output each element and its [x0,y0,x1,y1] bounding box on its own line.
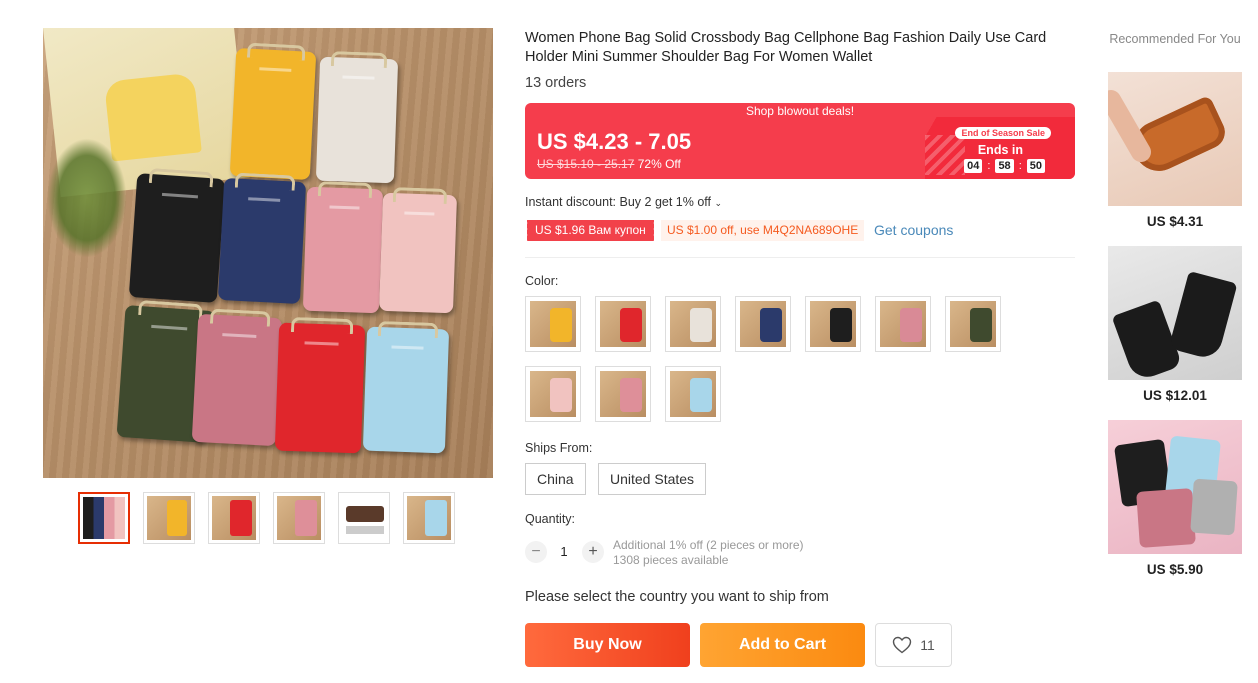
color-swatch[interactable] [735,296,791,352]
recommended-price: US $12.01 [1143,388,1207,403]
original-price-row: US $15.10 - 25.17 72% Off [537,157,681,171]
bag-navy [217,177,307,305]
divider [525,257,1075,258]
color-swatch[interactable] [945,296,1001,352]
deal-banner: Shop blowout deals! US $4.23 - 7.05 US $… [525,103,1075,179]
color-swatch[interactable] [665,296,721,352]
discount-percent: 72% Off [637,157,681,171]
add-to-cart-button[interactable]: Add to Cart [700,623,865,667]
bag-white [315,56,399,184]
recommended-item-sandal[interactable] [1108,72,1242,206]
price-range: US $4.23 - 7.05 [537,129,692,154]
quantity-label: Quantity: [525,512,576,526]
chevron-down-icon: ⌄ [714,198,723,208]
countdown-panel: End of Season Sale Ends in 04: 58: 50 [925,117,1075,179]
color-swatch[interactable] [595,296,651,352]
ship-option-united-states[interactable]: United States [598,463,707,495]
bag-light-pink [378,192,458,314]
ship-option-china[interactable]: China [525,463,586,495]
quantity-increase-button[interactable]: + [582,541,604,563]
quantity-decrease-button[interactable]: − [525,541,547,563]
recommended-price: US $4.31 [1146,214,1204,229]
timer-seconds: 50 [1026,159,1045,173]
recommended-price: US $5.90 [1146,562,1204,577]
bag-yellow [229,47,317,181]
plant-decoration [47,138,127,258]
bulk-discount-note: Additional 1% off (2 pieces or more) [613,538,804,552]
recommended-item-boot[interactable] [1108,246,1242,380]
order-count: 13 orders [525,75,587,91]
bag-pink [302,186,384,314]
color-label: Color: [525,274,559,288]
event-badge: End of Season Sale [955,127,1051,139]
product-title: Women Phone Bag Solid Crossbody Bag Cell… [525,30,1047,65]
color-swatch[interactable] [525,366,581,422]
bag-red [274,322,366,454]
quantity-value[interactable]: 1 [558,544,570,559]
stock-available: 1308 pieces available [613,553,729,567]
thumbnail-3[interactable] [208,492,260,544]
ships-from-label: Ships From: [525,441,593,455]
bag-sky-blue [362,326,450,454]
bag-rose [191,313,283,447]
ends-in-label: Ends in [977,143,1023,157]
coupon-badge[interactable]: US $1.96 Вам купон [525,220,654,241]
color-swatch[interactable] [805,296,861,352]
recommended-item-phone-bag[interactable] [1108,420,1242,554]
thumbnail-5[interactable] [338,492,390,544]
thumbnail-6[interactable] [403,492,455,544]
color-swatch[interactable] [875,296,931,352]
original-price: US $15.10 - 25.17 [537,157,635,171]
recommended-title: Recommended For You [1109,32,1241,46]
thumbnail-2[interactable] [143,492,195,544]
color-swatch[interactable] [595,366,651,422]
stripes-decoration [925,135,965,175]
countdown-timer: 04: 58: 50 [964,159,1045,173]
buy-now-button[interactable]: Buy Now [525,623,690,667]
thumbnail-1[interactable] [78,492,130,544]
instant-discount-text: Instant discount: Buy 2 get 1% off [525,195,711,209]
heart-icon [893,636,912,654]
promo-code-badge[interactable]: US $1.00 off, use M4Q2NA689OHE [661,220,865,241]
ship-country-message: Please select the country you want to sh… [525,589,829,605]
color-swatch[interactable] [525,296,581,352]
wishlist-button[interactable]: 11 [875,623,952,667]
quantity-info: Additional 1% off (2 pieces or more) 130… [613,538,804,568]
color-swatch[interactable] [665,366,721,422]
wishlist-count: 11 [920,637,935,653]
instant-discount[interactable]: Instant discount: Buy 2 get 1% off ⌄ [525,195,722,209]
thumbnail-4[interactable] [273,492,325,544]
timer-minutes: 58 [995,159,1014,173]
timer-hours: 04 [964,159,983,173]
bag-black [128,173,226,303]
get-coupons-link[interactable]: Get coupons [874,222,953,238]
main-product-image[interactable] [43,28,493,478]
